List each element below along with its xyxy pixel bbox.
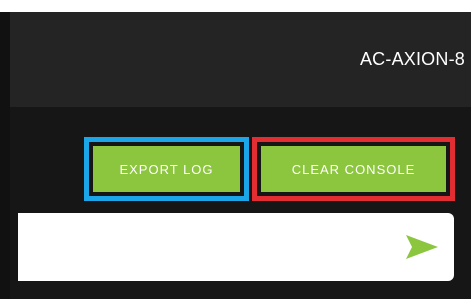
export-log-button[interactable]: EXPORT LOG xyxy=(93,146,240,192)
console-header: AC-AXION-8 xyxy=(10,12,471,107)
console-actions: EXPORT LOG CLEAR CONSOLE xyxy=(0,137,471,201)
clear-console-button[interactable]: CLEAR CONSOLE xyxy=(261,146,446,192)
screen: AC-AXION-8 EXPORT LOG CLEAR CONSOLE xyxy=(0,0,471,299)
clear-console-highlight: CLEAR CONSOLE xyxy=(252,137,455,201)
export-log-highlight: EXPORT LOG xyxy=(84,137,249,201)
console-panel: AC-AXION-8 EXPORT LOG CLEAR CONSOLE xyxy=(0,12,471,299)
command-input[interactable] xyxy=(18,213,388,281)
send-button[interactable] xyxy=(404,233,440,261)
device-name: AC-AXION-8 xyxy=(359,49,465,69)
send-arrow-icon xyxy=(406,235,438,259)
command-bar xyxy=(18,213,454,281)
